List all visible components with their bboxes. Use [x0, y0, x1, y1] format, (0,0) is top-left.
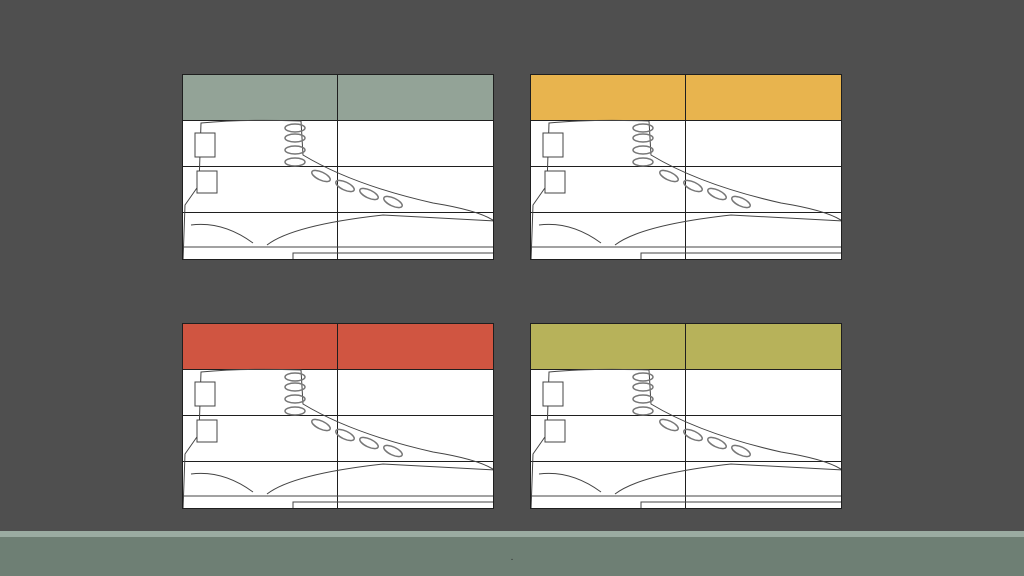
table-cell: [686, 213, 841, 259]
table-cell: [183, 462, 338, 508]
footer-bar: .: [0, 537, 1024, 576]
header-cell-right: [338, 75, 493, 121]
table-cell: [183, 121, 338, 167]
table-cell: [531, 416, 686, 462]
header-cell-left: [183, 75, 338, 121]
table-cell: [686, 462, 841, 508]
table-cell: [531, 167, 686, 213]
table-cell: [183, 167, 338, 213]
table-cell: [338, 416, 493, 462]
table-cell: [338, 121, 493, 167]
table-grid: [531, 75, 841, 259]
table-cell: [686, 370, 841, 416]
header-cell-right: [338, 324, 493, 370]
header-cell-left: [183, 324, 338, 370]
table-grid: [183, 324, 493, 508]
table-cell: [183, 370, 338, 416]
footer-text: .: [510, 552, 514, 563]
table-cell: [531, 213, 686, 259]
header-cell-left: [531, 75, 686, 121]
table-cell: [686, 167, 841, 213]
table-cell: [338, 167, 493, 213]
table-cell: [183, 213, 338, 259]
table-cell: [183, 416, 338, 462]
slide: .: [0, 0, 1024, 576]
table-cell: [531, 370, 686, 416]
header-cell-left: [531, 324, 686, 370]
boot-table-card-3[interactable]: [182, 323, 494, 509]
table-cell: [531, 121, 686, 167]
table-cell: [531, 462, 686, 508]
table-cell: [338, 213, 493, 259]
boot-table-card-4[interactable]: [530, 323, 842, 509]
table-cell: [338, 462, 493, 508]
boot-table-card-2[interactable]: [530, 74, 842, 260]
table-grid: [531, 324, 841, 508]
table-cell: [686, 416, 841, 462]
table-cell: [338, 370, 493, 416]
header-cell-right: [686, 324, 841, 370]
boot-table-card-1[interactable]: [182, 74, 494, 260]
table-cell: [686, 121, 841, 167]
table-grid: [183, 75, 493, 259]
header-cell-right: [686, 75, 841, 121]
